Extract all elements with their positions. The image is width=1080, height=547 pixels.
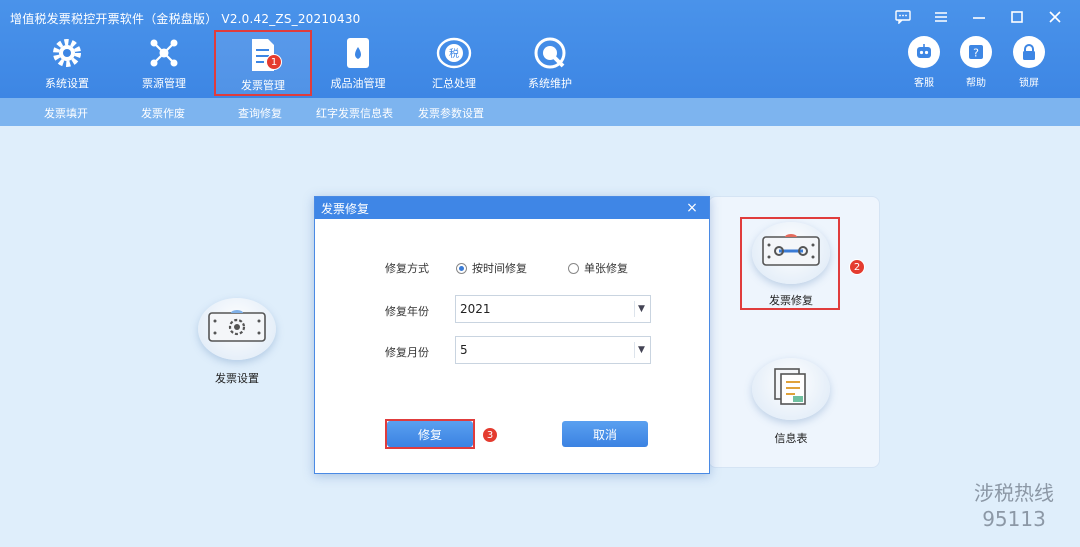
submenu-query-repair[interactable]: 查询修复 <box>238 105 282 121</box>
toolbar-label: 系统维护 <box>528 77 572 90</box>
toolbar-label: 发票管理 <box>241 79 285 92</box>
invoice-settings-label: 发票设置 <box>215 372 259 385</box>
help-icon: ? <box>960 36 992 68</box>
repair-year-value: 2021 <box>460 302 491 316</box>
toolbar-oil-management[interactable]: 成品油管理 <box>312 30 404 96</box>
toolbar-label: 票源管理 <box>142 77 186 90</box>
radio-by-time[interactable]: 按时间修复 <box>456 260 527 276</box>
invoice-repair-dialog: 发票修复 × 修复方式 按时间修复 单张修复 修复年份 2021 ▼ 修复月份 … <box>314 196 710 474</box>
repair-year-label: 修复年份 <box>385 305 429 318</box>
toolbar-summary[interactable]: 税 汇总处理 <box>408 30 500 96</box>
step-badge-2: 2 <box>849 259 865 275</box>
radio-label: 按时间修复 <box>472 262 527 275</box>
toolbar-label: 系统设置 <box>45 77 89 90</box>
invoice-settings-icon <box>207 310 267 348</box>
repair-year-select[interactable]: 2021 ▼ <box>455 295 651 323</box>
submenu-invoice-issue[interactable]: 发票填开 <box>44 105 88 121</box>
invoice-settings-card[interactable] <box>198 298 276 360</box>
toolbar-invoice-management[interactable]: 1 发票管理 <box>214 30 312 96</box>
dialog-close-icon[interactable]: × <box>683 200 701 216</box>
lock-icon <box>1013 36 1045 68</box>
customer-service-button[interactable]: 客服 <box>901 36 947 89</box>
network-icon <box>144 33 184 73</box>
repair-mode-label: 修复方式 <box>385 262 429 275</box>
info-sheet-icon <box>771 366 811 412</box>
wrench-icon <box>530 33 570 73</box>
robot-icon <box>908 36 940 68</box>
repair-month-select[interactable]: 5 ▼ <box>455 336 651 364</box>
minimize-icon[interactable] <box>964 6 994 28</box>
submenu-red-invoice-info[interactable]: 红字发票信息表 <box>316 105 393 121</box>
submenu-invoice-void[interactable]: 发票作废 <box>141 105 185 121</box>
info-sheet-card[interactable] <box>752 358 830 420</box>
radio-checked-icon <box>456 262 467 274</box>
close-icon[interactable] <box>1040 6 1070 28</box>
radio-unchecked-icon <box>568 262 579 274</box>
toolbar-system-maintenance[interactable]: 系统维护 <box>504 30 596 96</box>
step-badge-3: 3 <box>482 427 498 443</box>
message-icon[interactable] <box>888 6 918 28</box>
gear-icon <box>47 33 87 73</box>
top-toolbar: 增值税发票税控开票软件（金税盘版） V2.0.42_ZS_20210430 系统… <box>0 0 1080 98</box>
toolbar-label: 汇总处理 <box>432 77 476 90</box>
toolbar-ticket-source[interactable]: 票源管理 <box>118 30 210 96</box>
toolbar-label: 帮助 <box>966 78 986 89</box>
radio-single[interactable]: 单张修复 <box>568 260 628 276</box>
menu-icon[interactable] <box>926 6 956 28</box>
toolbar-label: 成品油管理 <box>330 77 386 90</box>
cancel-button[interactable]: 取消 <box>562 421 648 447</box>
toolbar-label: 客服 <box>914 78 934 89</box>
repair-month-value: 5 <box>460 343 468 357</box>
oil-drum-icon <box>338 33 378 73</box>
step-badge-1: 1 <box>266 54 282 70</box>
radio-label: 单张修复 <box>584 262 628 275</box>
lock-screen-button[interactable]: 锁屏 <box>1006 36 1052 89</box>
sub-menu-bar: 发票填开 发票作废 查询修复 红字发票信息表 发票参数设置 <box>0 98 1080 126</box>
watermark-line1: 涉税热线 <box>974 481 1054 505</box>
help-button[interactable]: ? 帮助 <box>953 36 999 89</box>
dialog-header: 发票修复 × <box>315 197 709 219</box>
chevron-down-icon: ▼ <box>634 342 648 358</box>
repair-button[interactable]: 修复 <box>387 421 473 447</box>
toolbar-label: 锁屏 <box>1019 78 1039 89</box>
chevron-down-icon: ▼ <box>634 301 648 317</box>
info-sheet-label: 信息表 <box>774 432 808 445</box>
hotline-watermark: 涉税热线 95113 <box>974 480 1054 532</box>
invoice-repair-label: 发票修复 <box>769 294 813 307</box>
maximize-icon[interactable] <box>1002 6 1032 28</box>
invoice-repair-card[interactable] <box>752 222 830 284</box>
watermark-line2: 95113 <box>982 507 1046 531</box>
invoice-repair-icon <box>761 234 821 272</box>
tax-summary-icon: 税 <box>434 33 474 73</box>
submenu-invoice-params[interactable]: 发票参数设置 <box>418 105 484 121</box>
dialog-title: 发票修复 <box>321 201 370 216</box>
svg-text:?: ? <box>973 47 979 60</box>
repair-month-label: 修复月份 <box>385 346 429 359</box>
toolbar-system-settings[interactable]: 系统设置 <box>21 30 113 96</box>
window-title: 增值税发票税控开票软件（金税盘版） V2.0.42_ZS_20210430 <box>10 12 361 26</box>
svg-text:税: 税 <box>449 47 459 60</box>
